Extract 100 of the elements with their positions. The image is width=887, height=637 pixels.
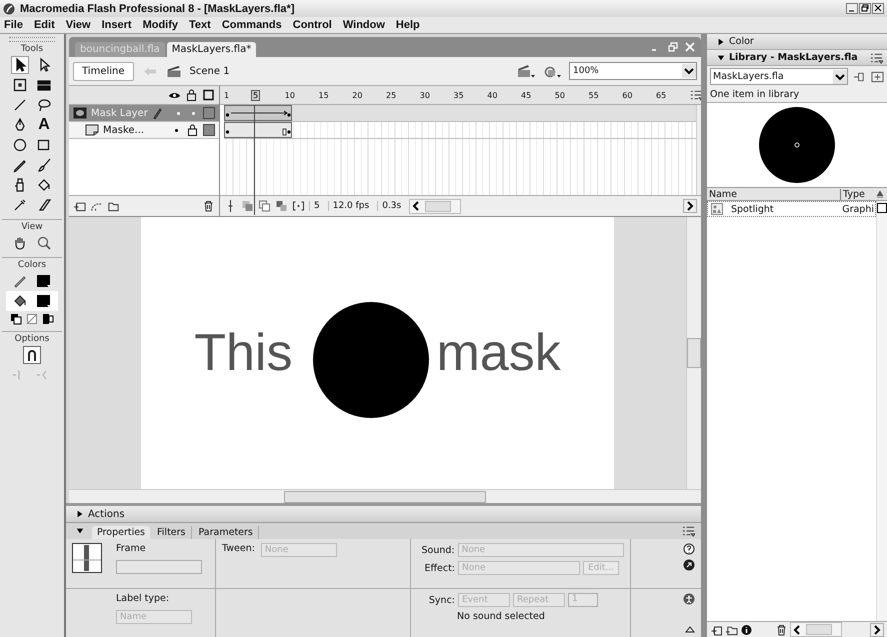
sound-status: No sound selected <box>456 611 545 622</box>
column-header[interactable]: Name <box>707 188 841 200</box>
trash-icon[interactable] <box>202 200 215 212</box>
default-colors-icon[interactable] <box>10 313 22 325</box>
scrollbar[interactable] <box>790 622 842 637</box>
oval-icon[interactable] <box>12 137 28 153</box>
eraser-icon[interactable] <box>36 197 52 213</box>
new-library-icon[interactable] <box>871 70 884 82</box>
library-item[interactable]: Spotlight Graphi <box>707 201 876 217</box>
lock-dot[interactable] <box>192 112 195 114</box>
frame-label-field[interactable] <box>116 560 202 574</box>
rectangle-icon[interactable] <box>36 137 52 153</box>
menu-item[interactable]: Commands <box>222 19 282 31</box>
menu-item[interactable]: File <box>4 19 23 31</box>
caret-icon[interactable] <box>76 510 84 518</box>
frame-rate: 12.0 fps <box>328 201 374 211</box>
menu-item[interactable]: Text <box>189 19 211 31</box>
visibility-dot[interactable] <box>177 112 180 114</box>
lock-icon[interactable] <box>185 89 198 101</box>
symbol-icon[interactable] <box>543 64 561 78</box>
scroll-right-icon[interactable] <box>870 622 884 636</box>
outline-color-swatch[interactable] <box>203 107 215 119</box>
caret-icon[interactable] <box>717 38 725 46</box>
trash-icon[interactable] <box>775 624 788 636</box>
lasso-icon[interactable] <box>36 97 52 113</box>
brush-icon[interactable] <box>36 157 52 173</box>
transform-icon[interactable] <box>12 77 28 93</box>
menu-item[interactable]: Control <box>292 19 332 31</box>
restore-icon[interactable] <box>859 3 871 14</box>
close-icon[interactable] <box>872 3 884 14</box>
document-tab[interactable]: MaskLayers.fla* <box>166 42 256 57</box>
sort-icon[interactable] <box>876 190 884 198</box>
visibility-dot[interactable] <box>175 128 178 132</box>
library-dropdown[interactable]: MaskLayers.fla <box>710 68 848 85</box>
line-icon[interactable] <box>12 97 28 113</box>
layer-row[interactable]: Maske... <box>69 122 219 139</box>
mask-layer-icon <box>73 107 87 119</box>
caret-icon[interactable] <box>76 527 84 535</box>
field-label: Effect: <box>423 562 455 574</box>
panel-header[interactable]: Library - MaskLayers.fla <box>707 50 887 66</box>
zoom-icon[interactable] <box>36 235 52 251</box>
help-icon[interactable] <box>683 543 695 555</box>
panel-label: Tools <box>20 44 44 54</box>
fill-color-icon[interactable] <box>12 293 28 309</box>
timeline-button[interactable]: Timeline <box>73 62 134 80</box>
scroll-right-icon[interactable] <box>683 199 697 213</box>
clapper-icon[interactable] <box>517 64 535 78</box>
color-swatch-icon[interactable] <box>36 293 52 309</box>
panel-header[interactable]: Actions <box>66 503 701 522</box>
panel-title: Library - MaskLayers.fla <box>729 52 858 63</box>
magnet-icon[interactable] <box>24 347 40 363</box>
frame-number: 25 <box>386 90 396 100</box>
onion-skin-icon[interactable] <box>241 200 254 212</box>
options-menu-icon[interactable] <box>682 525 695 537</box>
options-menu-icon[interactable] <box>870 52 883 64</box>
panel-tab[interactable]: Filters <box>152 526 192 539</box>
outline-icon[interactable] <box>202 89 215 101</box>
clapper-icon <box>166 64 182 78</box>
frame-number: 30 <box>420 90 430 100</box>
accessibility-icon[interactable] <box>683 593 695 605</box>
menu-item[interactable]: Help <box>396 19 420 31</box>
bucket-icon[interactable] <box>36 177 52 193</box>
menu-item[interactable]: View <box>66 19 91 31</box>
onion-markers-icon[interactable] <box>292 200 305 212</box>
edit-multiple-frames-icon[interactable] <box>275 200 288 212</box>
scrollbar[interactable] <box>876 201 887 621</box>
zoom-dropdown[interactable]: 100% <box>569 62 697 80</box>
swap-colors-icon[interactable] <box>42 313 54 325</box>
outline-color-swatch[interactable] <box>203 124 215 136</box>
eyedropper-icon[interactable] <box>12 197 28 213</box>
menu-item[interactable]: Edit <box>34 19 55 31</box>
menu-item[interactable]: Window <box>342 19 385 31</box>
scrollbar[interactable] <box>69 489 701 503</box>
panel-tab[interactable]: Parameters <box>194 526 259 539</box>
panel-tab[interactable]: Properties <box>92 526 150 539</box>
minimize-icon[interactable] <box>846 3 858 14</box>
motion-tween-span[interactable] <box>224 105 696 122</box>
menu-item[interactable]: Modify <box>142 19 178 31</box>
options-menu-icon[interactable] <box>690 89 703 101</box>
circle-shape[interactable] <box>312 302 428 418</box>
frame-span[interactable] <box>224 122 696 139</box>
text-tool-icon[interactable]: A <box>36 117 52 133</box>
scrollbar[interactable] <box>696 105 701 195</box>
caret-icon[interactable] <box>717 54 725 62</box>
scrollbar[interactable] <box>686 217 701 489</box>
color-swatch-icon[interactable] <box>36 273 52 289</box>
masked-layer-icon <box>85 124 99 136</box>
scrollbar[interactable] <box>409 198 462 214</box>
info-icon[interactable] <box>740 624 753 636</box>
column-header[interactable]: Type <box>841 188 873 200</box>
onion-outline-icon[interactable] <box>258 200 271 212</box>
lock-icon[interactable] <box>186 124 199 136</box>
add-layer-icon[interactable] <box>73 200 86 212</box>
collapse-icon[interactable] <box>685 625 695 633</box>
new-symbol-icon[interactable] <box>710 624 723 636</box>
panel-header[interactable]: Color <box>707 34 887 50</box>
menu-item[interactable]: Insert <box>102 19 132 31</box>
arrow-circle-icon[interactable] <box>683 559 695 571</box>
folder-icon[interactable] <box>107 200 120 212</box>
no-color-icon[interactable] <box>26 313 38 325</box>
